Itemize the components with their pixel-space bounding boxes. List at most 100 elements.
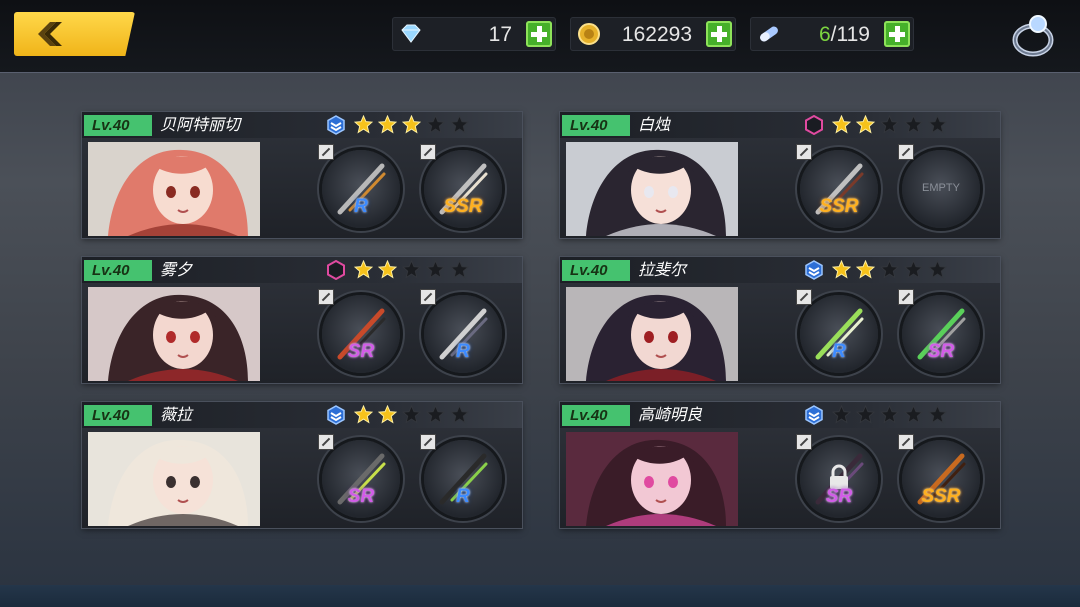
star-empty-icon: [903, 259, 924, 279]
character-card[interactable]: Lv.40 白烛 SSR EMPTY: [560, 112, 1000, 238]
rarity-badge: SSR: [443, 196, 483, 217]
character-portrait[interactable]: [566, 142, 738, 236]
coin-icon: [578, 23, 600, 45]
star-rating: [831, 259, 952, 280]
character-card[interactable]: Lv.40 贝阿特丽切 R SSR: [82, 112, 522, 238]
equipment-slot[interactable]: R: [796, 289, 878, 373]
character-portrait[interactable]: [566, 287, 738, 381]
star-empty-icon: [449, 259, 470, 279]
rarity-badge: R: [456, 341, 470, 362]
blue-chevron-icon: [804, 405, 824, 425]
add-stamina-button[interactable]: [884, 21, 910, 47]
level-badge: Lv.40: [84, 115, 152, 136]
character-name: 雾夕: [160, 260, 193, 279]
add-gold-button[interactable]: [706, 21, 732, 47]
pink-hexagon-icon: [804, 114, 824, 136]
card-header: Lv.40 雾夕: [82, 257, 522, 283]
character-name: 贝阿特丽切: [160, 115, 241, 134]
star-empty-icon: [927, 114, 948, 134]
star-filled-icon: [377, 259, 398, 279]
bottom-strip: [0, 585, 1080, 607]
equipment-slot[interactable]: R: [318, 144, 400, 228]
card-header: Lv.40 拉斐尔: [560, 257, 1000, 283]
character-card[interactable]: Lv.40 高崎明良 SR SSR: [560, 402, 1000, 528]
rarity-badge: SSR: [819, 196, 859, 217]
star-empty-icon: [425, 114, 446, 134]
star-empty-icon: [879, 114, 900, 134]
pencil-icon[interactable]: [898, 144, 914, 160]
capsule-icon: [760, 26, 778, 42]
star-empty-icon: [903, 404, 924, 424]
star-filled-icon: [831, 114, 852, 134]
card-header: Lv.40 贝阿特丽切: [82, 112, 522, 138]
back-button[interactable]: [14, 12, 135, 56]
character-portrait[interactable]: [88, 142, 260, 236]
level-badge: Lv.40: [84, 405, 152, 426]
card-header: Lv.40 薇拉: [82, 402, 522, 428]
level-badge: Lv.40: [562, 260, 630, 281]
blue-chevron-icon: [326, 115, 346, 135]
character-name: 白烛: [638, 115, 671, 134]
star-empty-icon: [425, 259, 446, 279]
blue-chevron-icon: [804, 260, 824, 280]
star-empty-icon: [401, 259, 422, 279]
equipment-slot[interactable]: R: [420, 434, 502, 518]
level-badge: Lv.40: [562, 115, 630, 136]
rarity-badge: R: [354, 196, 368, 217]
star-filled-icon: [401, 114, 422, 134]
rarity-badge: SR: [347, 486, 375, 507]
star-filled-icon: [831, 259, 852, 279]
star-empty-icon: [831, 404, 852, 424]
equipment-slot[interactable]: R: [420, 289, 502, 373]
star-rating: [353, 114, 474, 135]
star-filled-icon: [353, 259, 374, 279]
character-portrait[interactable]: [566, 432, 738, 526]
gold-counter: 162293: [570, 17, 736, 51]
equipment-slot[interactable]: SR: [318, 289, 400, 373]
empty-slot-label: EMPTY: [922, 182, 960, 194]
equipment-slot[interactable]: SR: [318, 434, 400, 518]
equipment-slot[interactable]: SSR: [796, 144, 878, 228]
star-filled-icon: [377, 404, 398, 424]
diamond-value: 17: [488, 23, 512, 46]
character-name: 拉斐尔: [638, 260, 687, 279]
diamond-counter: 17: [392, 17, 556, 51]
add-diamonds-button[interactable]: [526, 21, 552, 47]
diamond-icon: [401, 24, 421, 43]
star-filled-icon: [353, 404, 374, 424]
equipment-slot[interactable]: SSR: [420, 144, 502, 228]
star-filled-icon: [353, 114, 374, 134]
level-badge: Lv.40: [84, 260, 152, 281]
star-rating: [831, 404, 952, 425]
equipment-slot[interactable]: SR: [796, 434, 878, 518]
blue-chevron-icon: [326, 405, 346, 425]
star-empty-icon: [879, 404, 900, 424]
rarity-badge: R: [832, 341, 846, 362]
star-empty-icon: [927, 259, 948, 279]
star-empty-icon: [401, 404, 422, 424]
equipment-slot[interactable]: SR: [898, 289, 980, 373]
character-card[interactable]: Lv.40 薇拉 SR R: [82, 402, 522, 528]
level-badge: Lv.40: [562, 405, 630, 426]
character-card[interactable]: Lv.40 拉斐尔 R SR: [560, 257, 1000, 383]
equipment-slot[interactable]: EMPTY: [898, 144, 980, 228]
star-empty-icon: [449, 404, 470, 424]
equipment-slot[interactable]: SSR: [898, 434, 980, 518]
ring-icon[interactable]: [1008, 13, 1058, 59]
star-empty-icon: [855, 404, 876, 424]
card-header: Lv.40 高崎明良: [560, 402, 1000, 428]
star-rating: [831, 114, 952, 135]
character-portrait[interactable]: [88, 287, 260, 381]
rarity-badge: SSR: [921, 486, 961, 507]
rarity-badge: R: [456, 486, 470, 507]
top-bar: 17 162293 6/119: [0, 0, 1080, 73]
star-empty-icon: [449, 114, 470, 134]
star-empty-icon: [425, 404, 446, 424]
star-filled-icon: [377, 114, 398, 134]
card-header: Lv.40 白烛: [560, 112, 1000, 138]
rarity-badge: SR: [825, 486, 853, 507]
star-rating: [353, 404, 474, 425]
character-portrait[interactable]: [88, 432, 260, 526]
character-card[interactable]: Lv.40 雾夕 SR R: [82, 257, 522, 383]
character-name: 薇拉: [160, 405, 193, 424]
